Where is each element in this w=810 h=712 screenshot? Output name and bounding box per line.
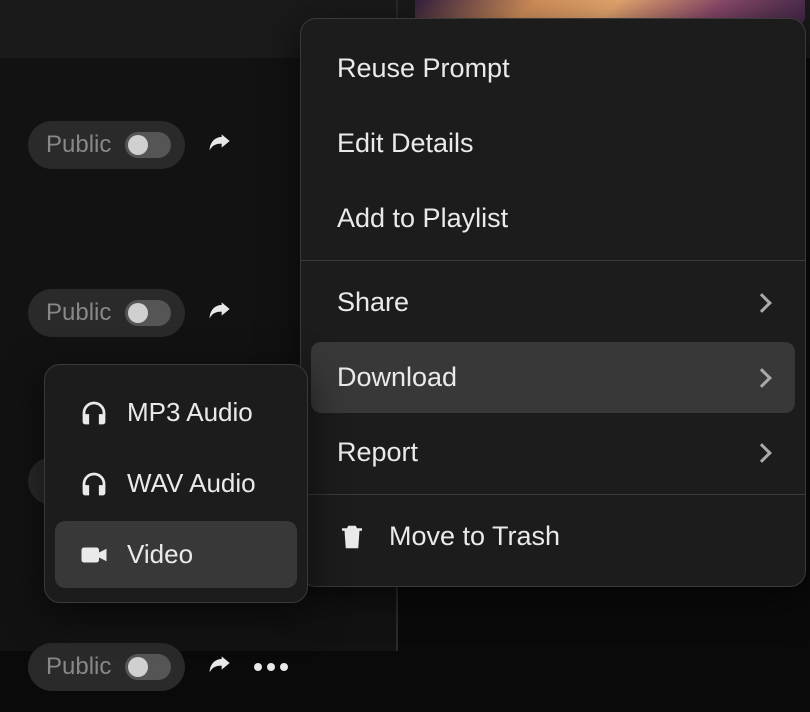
toggle-knob (128, 303, 148, 323)
menu-move-to-trash[interactable]: Move to Trash (311, 501, 795, 572)
public-label: Public (46, 299, 111, 327)
public-label: Public (46, 131, 111, 159)
public-toggle[interactable] (125, 300, 171, 326)
menu-item-label: Edit Details (337, 128, 474, 159)
share-icon[interactable] (203, 651, 235, 683)
menu-reuse-prompt[interactable]: Reuse Prompt (311, 33, 795, 104)
menu-divider (301, 260, 805, 261)
menu-item-label: Share (337, 287, 409, 318)
menu-item-label: Move to Trash (389, 521, 560, 552)
public-toggle-pill[interactable]: Public (28, 121, 185, 169)
headphones-icon (79, 469, 109, 499)
chevron-right-icon (752, 443, 772, 463)
toggle-knob (128, 657, 148, 677)
menu-add-to-playlist[interactable]: Add to Playlist (311, 183, 795, 254)
menu-download[interactable]: Download (311, 342, 795, 413)
menu-divider (301, 494, 805, 495)
submenu-item-label: Video (127, 539, 193, 570)
headphones-icon (79, 398, 109, 428)
toggle-knob (128, 135, 148, 155)
track-row: Public (0, 100, 263, 190)
track-row: Public (0, 268, 263, 358)
more-icon[interactable] (253, 662, 289, 672)
menu-item-label: Reuse Prompt (337, 53, 510, 84)
public-toggle-pill[interactable]: Public (28, 289, 185, 337)
menu-item-label: Download (337, 362, 457, 393)
menu-edit-details[interactable]: Edit Details (311, 108, 795, 179)
menu-item-label: Report (337, 437, 418, 468)
submenu-item-label: WAV Audio (127, 468, 256, 499)
menu-report[interactable]: Report (311, 417, 795, 488)
chevron-right-icon (752, 293, 772, 313)
menu-share[interactable]: Share (311, 267, 795, 338)
video-icon (79, 540, 109, 570)
chevron-right-icon (752, 368, 772, 388)
submenu-video[interactable]: Video (55, 521, 297, 588)
public-toggle[interactable] (125, 654, 171, 680)
public-toggle[interactable] (125, 132, 171, 158)
track-row: Public (0, 622, 317, 712)
public-label: Public (46, 653, 111, 681)
share-icon[interactable] (203, 129, 235, 161)
download-submenu: MP3 Audio WAV Audio Video (44, 364, 308, 603)
share-icon[interactable] (203, 297, 235, 329)
submenu-item-label: MP3 Audio (127, 397, 253, 428)
trash-icon (337, 522, 367, 552)
menu-item-label: Add to Playlist (337, 203, 508, 234)
submenu-wav-audio[interactable]: WAV Audio (55, 450, 297, 517)
context-menu: Reuse Prompt Edit Details Add to Playlis… (300, 18, 806, 587)
submenu-mp3-audio[interactable]: MP3 Audio (55, 379, 297, 446)
public-toggle-pill[interactable]: Public (28, 643, 185, 691)
